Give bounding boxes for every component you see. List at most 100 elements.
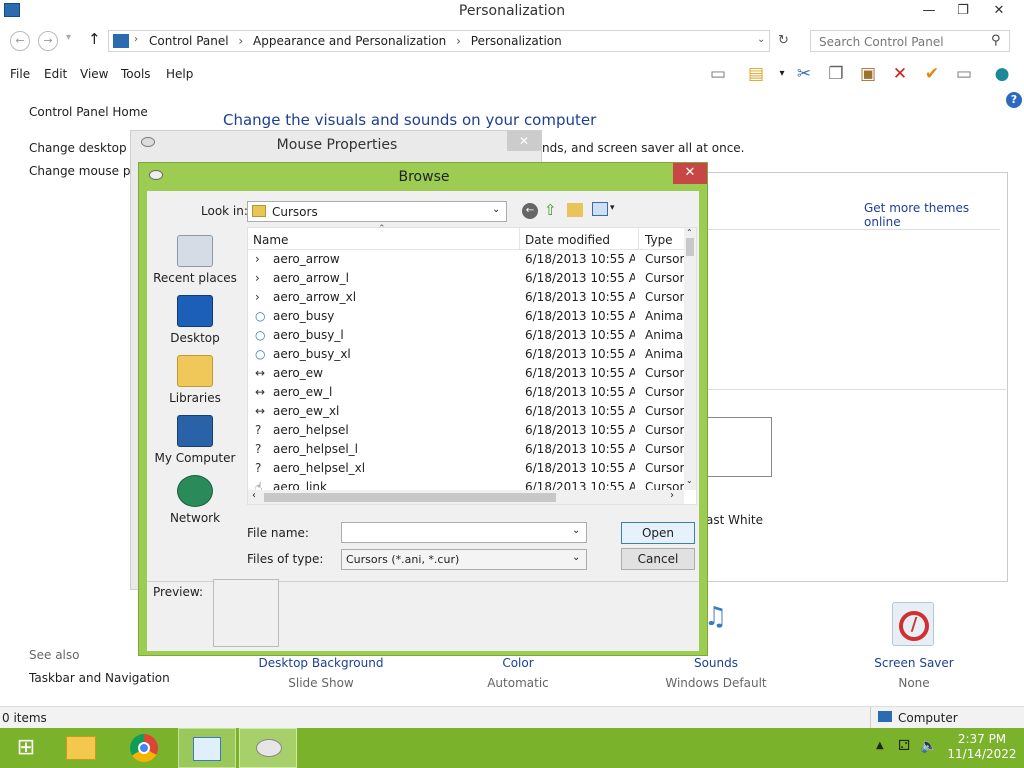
look-in-dropdown-icon[interactable]: ⌄ (492, 204, 500, 215)
refresh-icon[interactable]: ↻ (778, 33, 789, 48)
control-panel-taskbar-button[interactable] (178, 728, 236, 768)
color-item[interactable]: Color Automatic (448, 656, 588, 690)
close-button[interactable]: ✕ (982, 0, 1016, 22)
up-button[interactable]: ↑ (88, 30, 101, 48)
sounds-item[interactable]: Sounds Windows Default (646, 656, 786, 690)
address-dropdown-icon[interactable]: ⌄ (757, 34, 765, 45)
preview-pane-icon[interactable]: ▭ (706, 62, 730, 86)
mouse-properties-taskbar-button[interactable] (239, 728, 297, 768)
search-input[interactable]: Search Control Panel ⚲ (810, 30, 1010, 52)
place-my-computer[interactable]: My Computer (147, 415, 243, 465)
recent-places-icon (177, 235, 213, 267)
file-row[interactable]: ○ aero_busy_l 6/18/2013 10:55 AM Anima (248, 326, 684, 345)
file-row[interactable]: › aero_arrow_xl 6/18/2013 10:55 AM Cursor (248, 288, 684, 307)
vertical-scroll-thumb[interactable] (686, 238, 694, 256)
forward-button[interactable]: → (38, 31, 58, 51)
properties-check-icon[interactable]: ✔ (920, 62, 944, 86)
screen-saver-icon[interactable]: / (892, 602, 934, 646)
cut-icon[interactable]: ✂ (792, 62, 816, 86)
control-panel-home-link[interactable]: Control Panel Home (29, 105, 148, 119)
breadcrumb-control-panel[interactable]: Control Panel (149, 34, 229, 48)
screen-saver-item[interactable]: Screen Saver None (844, 656, 984, 690)
start-windows-icon[interactable]: ⊞ (0, 728, 52, 768)
place-libraries[interactable]: Libraries (147, 355, 243, 405)
paste-icon[interactable]: ▣ (856, 62, 880, 86)
restore-button[interactable]: ❐ (946, 0, 980, 22)
menu-help[interactable]: Help (166, 67, 193, 81)
file-date: 6/18/2013 10:55 AM (525, 461, 635, 475)
clock[interactable]: 2:37 PM 11/14/2022 (946, 732, 1018, 762)
recent-locations-icon[interactable]: ▾ (66, 32, 71, 43)
minimize-button[interactable]: — (912, 0, 946, 22)
view-menu-dropdown-icon[interactable]: ▾ (610, 203, 615, 213)
scroll-left-icon[interactable]: ‹ (252, 490, 256, 501)
column-type[interactable]: Type (645, 233, 673, 247)
horizontal-scrollbar[interactable]: ‹ › (248, 490, 684, 504)
file-row[interactable]: ○ aero_busy 6/18/2013 10:55 AM Anima (248, 307, 684, 326)
up-folder-icon[interactable]: ⇧ (544, 201, 557, 219)
open-button[interactable]: Open (621, 522, 695, 544)
menu-file[interactable]: File (10, 67, 30, 81)
chrome-taskbar-button[interactable] (118, 728, 172, 768)
file-name-dropdown-icon[interactable]: ⌄ (572, 525, 580, 536)
see-also-label: See also (29, 648, 80, 662)
place-desktop[interactable]: Desktop (147, 295, 243, 345)
back-button[interactable]: ← (10, 31, 30, 51)
file-name-input[interactable]: ⌄ (341, 522, 587, 543)
menu-view[interactable]: View (80, 67, 108, 81)
folder-options-icon[interactable]: ▤ (744, 62, 768, 86)
column-name[interactable]: Name (253, 233, 288, 247)
taskbar-navigation-link[interactable]: Taskbar and Navigation (29, 671, 170, 685)
new-folder-icon[interactable] (567, 203, 583, 217)
file-row[interactable]: ↔ aero_ew 6/18/2013 10:55 AM Cursor (248, 364, 684, 383)
look-in-select[interactable]: Cursors ⌄ (247, 201, 507, 222)
desktop-background-item[interactable]: Desktop Background Slide Show (251, 656, 391, 690)
files-of-type-select[interactable]: Cursors (*.ani, *.cur) ⌄ (341, 549, 587, 570)
get-more-themes-link[interactable]: Get more themes online (864, 201, 1007, 229)
view-menu-icon[interactable] (592, 202, 608, 216)
file-row[interactable]: ? aero_helpsel 6/18/2013 10:55 AM Cursor (248, 421, 684, 440)
file-explorer-taskbar-button[interactable] (54, 728, 108, 768)
scroll-up-icon[interactable]: ⌃ (686, 228, 693, 237)
search-icon[interactable]: ⚲ (991, 33, 1001, 48)
volume-icon[interactable]: 🔈 (920, 738, 937, 754)
globe-icon[interactable]: ● (990, 62, 1014, 86)
file-row[interactable]: ↔ aero_ew_l 6/18/2013 10:55 AM Cursor (248, 383, 684, 402)
file-row[interactable]: ? aero_helpsel_l 6/18/2013 10:55 AM Cursor (248, 440, 684, 459)
address-field[interactable]: › Control Panel › Appearance and Persona… (108, 30, 770, 52)
copy-icon[interactable]: ❐ (824, 62, 848, 86)
scroll-down-icon[interactable]: ⌄ (686, 476, 693, 485)
show-hidden-icons[interactable]: ▲ (876, 740, 884, 751)
file-type: Cursor (645, 252, 685, 266)
breadcrumb-personalization[interactable]: Personalization (471, 34, 562, 48)
high-contrast-white-thumbnail[interactable] (706, 417, 772, 477)
horizontal-scroll-thumb[interactable] (264, 493, 556, 502)
files-of-type-dropdown-icon[interactable]: ⌄ (572, 552, 580, 563)
toolbar-dropdown-icon[interactable]: ▾ (770, 62, 794, 86)
mouse-properties-close-button[interactable]: ✕ (507, 131, 541, 151)
breadcrumb-appearance[interactable]: Appearance and Personalization (253, 34, 446, 48)
place-network[interactable]: Network (147, 475, 243, 525)
browse-close-button[interactable]: ✕ (673, 163, 707, 184)
vertical-scrollbar[interactable]: ⌃ ⌄ (684, 228, 696, 490)
screen-saver-label: Screen Saver (874, 656, 954, 670)
help-icon[interactable]: ? (1006, 92, 1022, 108)
file-row[interactable]: ? aero_helpsel_xl 6/18/2013 10:55 AM Cursor (248, 459, 684, 478)
cancel-button[interactable]: Cancel (621, 548, 695, 570)
file-row[interactable]: › aero_arrow_l 6/18/2013 10:55 AM Cursor (248, 269, 684, 288)
page-title: Change the visuals and sounds on your co… (223, 111, 597, 129)
column-date-modified[interactable]: Date modified (525, 233, 610, 247)
back-icon[interactable]: ← (522, 203, 538, 219)
network-tray-icon[interactable]: ⚁ (898, 738, 910, 754)
place-recent[interactable]: Recent places (147, 235, 243, 285)
menu-tools[interactable]: Tools (121, 67, 151, 81)
change-mouse-pointers-link[interactable]: Change mouse poi (29, 164, 141, 178)
delete-icon[interactable]: ✕ (888, 62, 912, 86)
file-row[interactable]: ○ aero_busy_xl 6/18/2013 10:55 AM Anima (248, 345, 684, 364)
scroll-right-icon[interactable]: › (670, 490, 674, 501)
file-row[interactable]: › aero_arrow 6/18/2013 10:55 AM Cursor (248, 250, 684, 269)
file-row[interactable]: ↔ aero_ew_xl 6/18/2013 10:55 AM Cursor (248, 402, 684, 421)
folder-icon (252, 205, 266, 217)
rename-icon[interactable]: ▭ (952, 62, 976, 86)
menu-edit[interactable]: Edit (44, 67, 67, 81)
